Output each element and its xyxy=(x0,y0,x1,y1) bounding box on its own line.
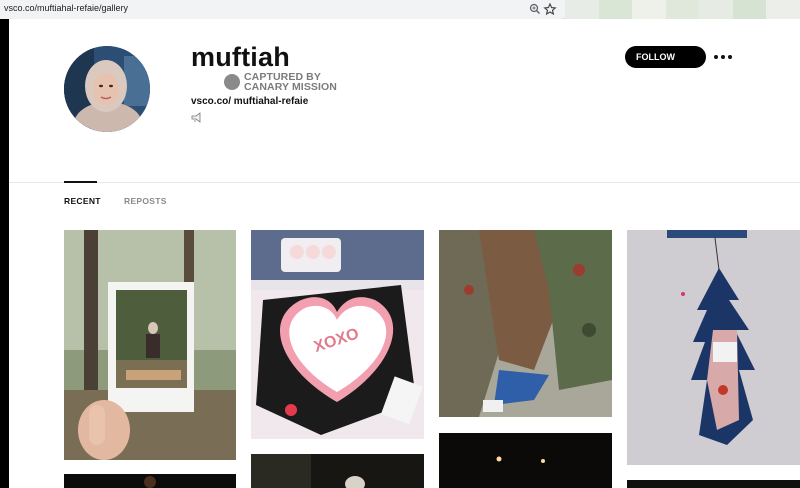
canary-mission-stamp: CAPTURED BY CANARY MISSION xyxy=(224,72,337,92)
canary-logo-icon xyxy=(224,74,240,90)
photo-polaroid-picnic[interactable] xyxy=(64,230,236,460)
stamp-line-2: CANARY MISSION xyxy=(244,81,337,93)
address-bar-url[interactable]: vsco.co/muftiahal-refaie/gallery xyxy=(4,3,128,13)
tab-reposts[interactable]: REPOSTS xyxy=(124,196,167,206)
follow-button[interactable]: FOLLOW xyxy=(625,46,706,68)
more-horizontal-icon[interactable] xyxy=(714,51,732,63)
photo-dark-night-3[interactable] xyxy=(439,433,612,488)
photo-dark-night-4[interactable] xyxy=(627,480,800,488)
zoom-icon[interactable] xyxy=(528,2,542,16)
browser-toolbar: vsco.co/muftiahal-refaie/gallery xyxy=(0,0,800,19)
window-edge xyxy=(0,19,9,488)
extensions-area xyxy=(565,0,800,19)
avatar[interactable] xyxy=(64,46,150,132)
photo-xoxo-heart-cake[interactable]: XOXO xyxy=(251,230,424,439)
profile-username: muftiah xyxy=(191,42,290,72)
tab-recent[interactable]: RECENT xyxy=(64,196,101,206)
photo-dark-night-2[interactable] xyxy=(251,454,424,488)
profile-url: vsco.co/ muftiahal-refaie xyxy=(191,96,309,107)
address-bar[interactable]: vsco.co/muftiahal-refaie/gallery xyxy=(0,0,562,19)
photo-dark-night-1[interactable] xyxy=(64,474,236,488)
photo-car-air-freshener[interactable] xyxy=(627,230,800,465)
megaphone-icon xyxy=(191,110,203,123)
bookmark-star-icon[interactable] xyxy=(543,2,557,16)
active-tab-indicator xyxy=(64,181,97,183)
tabs-divider xyxy=(9,182,800,183)
photo-camo-jacket-hijab[interactable] xyxy=(439,230,612,417)
